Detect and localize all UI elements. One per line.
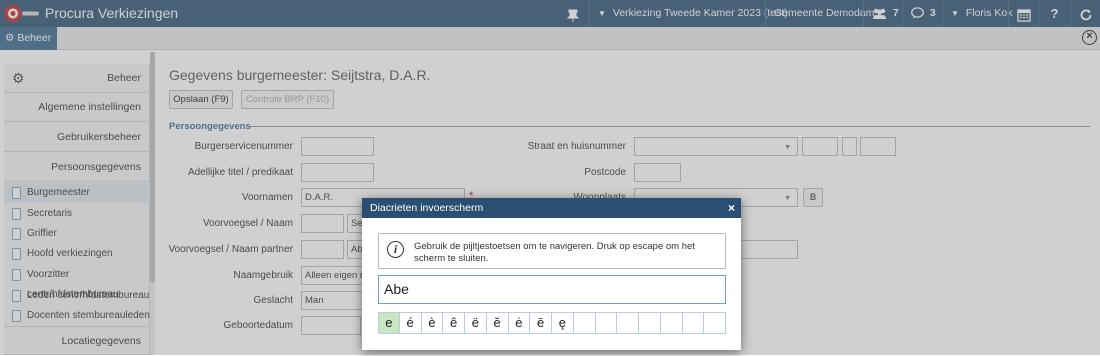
character-cell[interactable]: ę bbox=[552, 312, 574, 334]
character-grid: eéèêëĕėēę bbox=[378, 312, 726, 334]
dialog-close-button[interactable]: × bbox=[728, 198, 735, 218]
info-box: i Gebruik de pijltjestoetsen om te navig… bbox=[378, 233, 726, 269]
info-icon: i bbox=[387, 241, 404, 258]
character-cell[interactable] bbox=[639, 312, 661, 334]
dialog-title: Diacrieten invoerscherm bbox=[370, 202, 484, 214]
dialog-header: Diacrieten invoerscherm × bbox=[362, 198, 741, 218]
diacritics-input[interactable]: Abe bbox=[378, 275, 726, 304]
character-cell[interactable] bbox=[660, 312, 683, 334]
character-cell[interactable] bbox=[573, 312, 596, 334]
character-cell[interactable]: ē bbox=[530, 312, 552, 334]
diacritics-dialog: Diacrieten invoerscherm × i Gebruik de p… bbox=[362, 198, 741, 350]
character-cell[interactable]: è bbox=[421, 312, 444, 334]
character-cell[interactable] bbox=[595, 312, 618, 334]
character-cell[interactable]: ë bbox=[465, 312, 487, 334]
character-cell[interactable]: ė bbox=[508, 312, 531, 334]
character-cell[interactable]: ĕ bbox=[486, 312, 509, 334]
info-text: Gebruik de pijltjestoetsen om te naviger… bbox=[414, 241, 695, 264]
character-cell[interactable] bbox=[704, 312, 726, 334]
character-cell[interactable]: e bbox=[378, 312, 400, 334]
character-cell[interactable] bbox=[682, 312, 705, 334]
character-cell[interactable]: é bbox=[399, 312, 422, 334]
character-cell[interactable] bbox=[617, 312, 639, 334]
character-cell[interactable]: ê bbox=[443, 312, 465, 334]
